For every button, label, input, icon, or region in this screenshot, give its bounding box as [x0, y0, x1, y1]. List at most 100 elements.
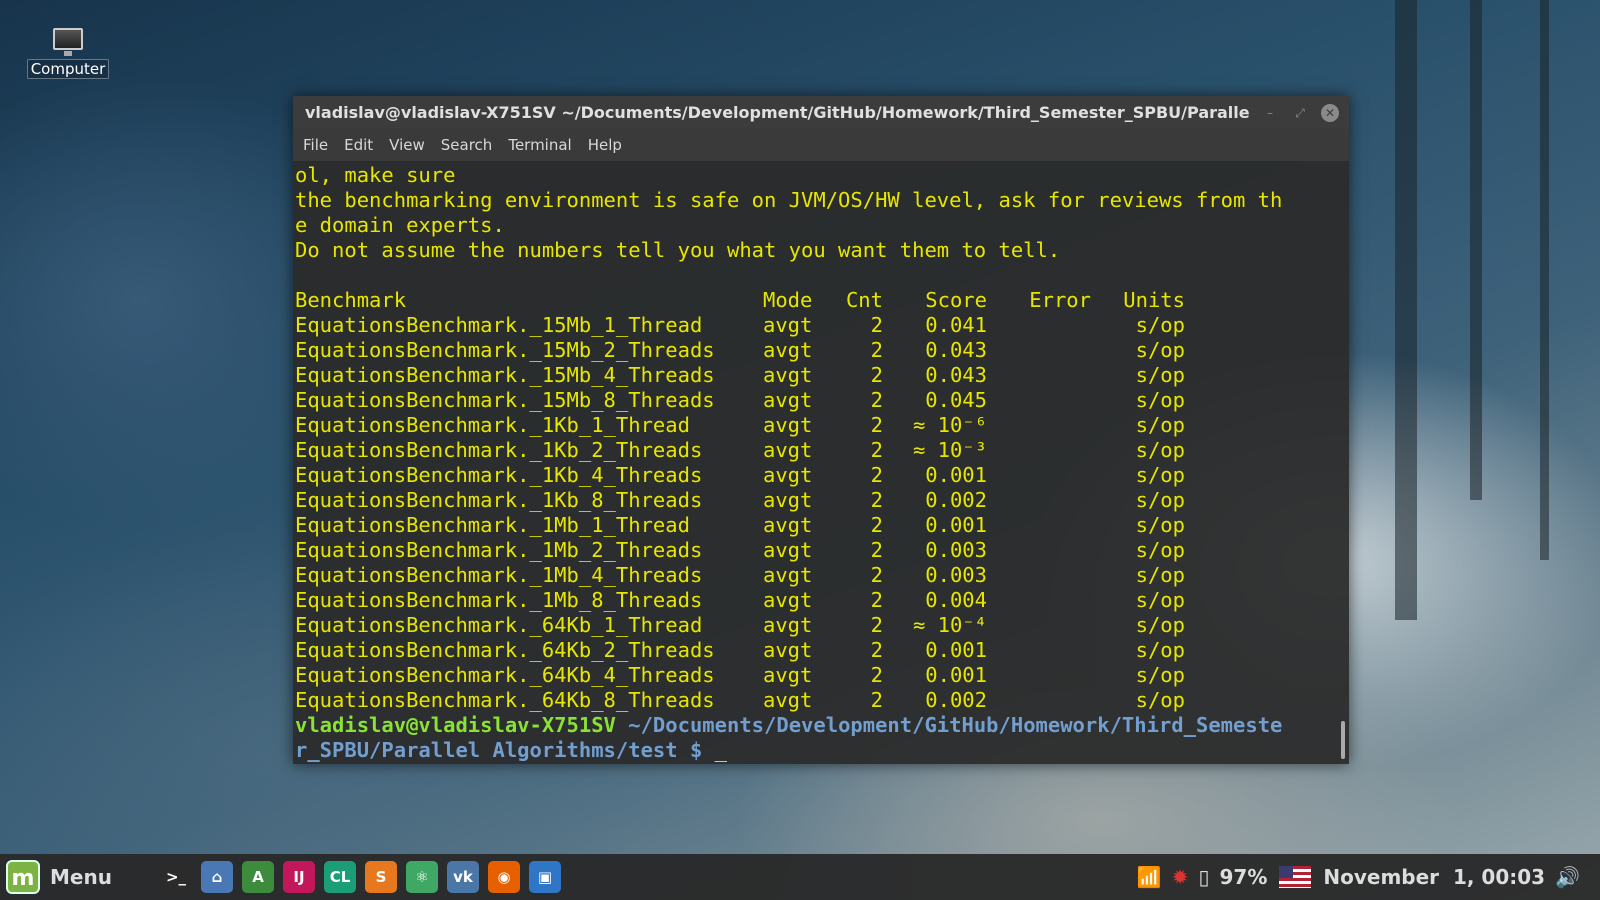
- cell-score: 0.002: [925, 488, 987, 512]
- header-score: Score: [925, 288, 987, 312]
- cell-cnt: 2: [870, 538, 883, 562]
- cell-error: [987, 538, 1091, 563]
- menu-search[interactable]: Search: [441, 136, 493, 154]
- cell-mode: avgt: [763, 388, 813, 412]
- computer-icon: [53, 28, 83, 56]
- menu-terminal[interactable]: Terminal: [508, 136, 571, 154]
- menu-help[interactable]: Help: [588, 136, 622, 154]
- cell-units: s/op: [1135, 338, 1185, 362]
- menu-edit[interactable]: Edit: [344, 136, 373, 154]
- cell-mode: avgt: [763, 538, 813, 562]
- files-icon[interactable]: ⌂: [201, 861, 233, 893]
- android-studio-icon[interactable]: A: [242, 861, 274, 893]
- cell-score: 0.001: [925, 638, 987, 662]
- cell-benchmark: EquationsBenchmark._1Mb_4_Threads: [295, 563, 703, 587]
- desktop-icon-computer[interactable]: Computer: [24, 24, 112, 79]
- cell-benchmark: EquationsBenchmark._1Kb_4_Threads: [295, 463, 703, 487]
- desktop-icon-label: Computer: [26, 59, 110, 79]
- terminal-output[interactable]: ol, make sure the benchmarking environme…: [293, 161, 1349, 764]
- table-row: EquationsBenchmark._1Kb_2_Threads avgt 2 ≈ …: [295, 438, 1349, 463]
- terminal-icon[interactable]: >_: [160, 861, 192, 893]
- cell-units: s/op: [1135, 413, 1185, 437]
- firefox-icon[interactable]: ◉: [488, 861, 520, 893]
- table-row: EquationsBenchmark._15Mb_1_Thread avgt 2 0.…: [295, 313, 1349, 338]
- clion-icon[interactable]: CL: [324, 861, 356, 893]
- scrollbar[interactable]: [1341, 721, 1345, 759]
- cell-mode: avgt: [763, 688, 813, 712]
- cell-benchmark: EquationsBenchmark._1Mb_1_Thread: [295, 513, 690, 537]
- header-units: Units: [1123, 288, 1185, 312]
- cell-units: s/op: [1135, 463, 1185, 487]
- cell-benchmark: EquationsBenchmark._64Kb_8_Threads: [295, 688, 715, 712]
- cell-cnt: 2: [870, 663, 883, 687]
- table-row: EquationsBenchmark._1Mb_2_Threads avgt 2 0.…: [295, 538, 1349, 563]
- close-icon[interactable]: ✕: [1321, 103, 1339, 122]
- menu-bar: File Edit View Search Terminal Help: [293, 129, 1349, 161]
- header-cnt: Cnt: [845, 288, 883, 312]
- cell-error: [987, 588, 1091, 613]
- cell-units: s/op: [1135, 638, 1185, 662]
- cell-error: [987, 663, 1091, 688]
- cell-mode: avgt: [763, 438, 813, 462]
- prompt-path: ~/Documents/Development/GitHub/Homework/…: [615, 713, 1283, 737]
- minimize-icon[interactable]: –: [1261, 104, 1279, 122]
- table-row: EquationsBenchmark._1Mb_4_Threads avgt 2 0.…: [295, 563, 1349, 588]
- table-row: EquationsBenchmark._1Mb_1_Thread avgt 2 0.0…: [295, 513, 1349, 538]
- wifi-icon[interactable]: 📶: [1137, 865, 1162, 889]
- menu-view[interactable]: View: [389, 136, 425, 154]
- table-row: EquationsBenchmark._64Kb_1_Thread avgt 2 ≈ …: [295, 613, 1349, 638]
- cell-benchmark: EquationsBenchmark._64Kb_1_Thread: [295, 613, 703, 637]
- output-line: e domain experts.: [295, 213, 505, 237]
- table-header: Benchmark Mode Cnt Score Error Units: [295, 288, 1349, 313]
- cell-score: 0.001: [925, 663, 987, 687]
- cell-mode: avgt: [763, 638, 813, 662]
- cell-error: [987, 438, 1091, 463]
- cell-benchmark: EquationsBenchmark._15Mb_2_Threads: [295, 338, 715, 362]
- cell-score: 0.045: [925, 388, 987, 412]
- cell-cnt: 2: [870, 613, 883, 637]
- cell-units: s/op: [1135, 313, 1185, 337]
- cell-cnt: 2: [870, 488, 883, 512]
- us-flag-icon[interactable]: [1279, 866, 1312, 888]
- title-bar[interactable]: vladislav@vladislav-X751SV ~/Documents/D…: [293, 96, 1349, 129]
- table-row: EquationsBenchmark._64Kb_2_Threads avgt 2 0…: [295, 638, 1349, 663]
- cell-units: s/op: [1135, 538, 1185, 562]
- cell-mode: avgt: [763, 413, 813, 437]
- vk-icon[interactable]: vk: [447, 861, 479, 893]
- cell-score: 0.041: [925, 313, 987, 337]
- header-benchmark: Benchmark: [295, 288, 407, 312]
- cell-mode: avgt: [763, 313, 813, 337]
- cell-error: [987, 463, 1091, 488]
- prompt-path: r_SPBU/Parallel Algorithms/test $: [295, 738, 703, 762]
- cell-cnt: 2: [870, 363, 883, 387]
- battery-icon[interactable]: ▯: [1198, 865, 1209, 889]
- cell-units: s/op: [1135, 513, 1185, 537]
- cell-units: s/op: [1135, 663, 1185, 687]
- terminal-window[interactable]: vladislav@vladislav-X751SV ~/Documents/D…: [293, 96, 1349, 764]
- clock[interactable]: November 1, 00:03: [1323, 865, 1545, 889]
- linux-mint-icon: m: [6, 860, 40, 894]
- cell-benchmark: EquationsBenchmark._15Mb_1_Thread: [295, 313, 703, 337]
- menu-file[interactable]: File: [303, 136, 328, 154]
- cell-cnt: 2: [870, 413, 883, 437]
- atom-icon[interactable]: ⚛: [406, 861, 438, 893]
- cell-mode: avgt: [763, 563, 813, 587]
- cell-score: ≈ 10⁻⁴: [912, 613, 987, 637]
- sublime-text-icon[interactable]: S: [365, 861, 397, 893]
- update-icon[interactable]: ✹: [1172, 865, 1189, 889]
- cell-score: 0.003: [925, 538, 987, 562]
- cell-units: s/op: [1135, 438, 1185, 462]
- virtualbox-icon[interactable]: ▣: [529, 861, 561, 893]
- start-menu-button[interactable]: m Menu: [0, 860, 160, 894]
- header-error: Error: [1029, 288, 1091, 312]
- system-tray: 📶 ✹ ▯ 97% November 1, 00:03 🔊: [1137, 865, 1600, 889]
- maximize-icon[interactable]: ⤢: [1291, 104, 1309, 122]
- intellij-idea-icon[interactable]: IJ: [283, 861, 315, 893]
- table-row: EquationsBenchmark._64Kb_4_Threads avgt 2 0…: [295, 663, 1349, 688]
- volume-icon[interactable]: 🔊: [1555, 865, 1580, 889]
- cell-cnt: 2: [870, 588, 883, 612]
- table-row: EquationsBenchmark._1Kb_8_Threads avgt 2 0.…: [295, 488, 1349, 513]
- output-line: ol, make sure: [295, 163, 456, 187]
- cell-units: s/op: [1135, 388, 1185, 412]
